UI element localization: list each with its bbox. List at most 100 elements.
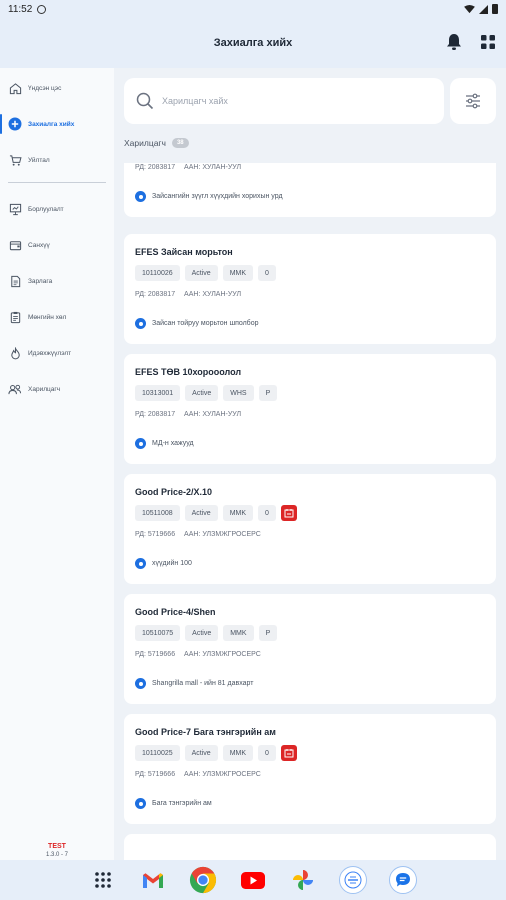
- customer-name: Good Price-2/Х.10: [135, 487, 213, 497]
- customer-name: Good Price-7 Бага тэнгэрийн ам: [135, 727, 276, 737]
- customer-code-chip: 10511008: [135, 505, 180, 521]
- channel-chip: MMK: [222, 505, 254, 521]
- customer-card[interactable]: EFES Зайсан морьтон 10110026 Active MMK …: [124, 234, 496, 344]
- customer-card[interactable]: [124, 834, 496, 860]
- customer-code-chip: 10313001: [135, 385, 181, 401]
- customer-address: Зайсангийн зүүгл хүүхдийн хорихын урд: [135, 191, 283, 202]
- search-icon: [136, 92, 154, 110]
- registration-number: РД: 2083817: [135, 411, 176, 418]
- bell-icon: [447, 34, 461, 50]
- company-name: ААН: УЛЗМЖГРОСЕРС: [184, 651, 261, 658]
- sidebar-footer: TEST 1.3.0 - 7: [0, 843, 114, 858]
- company-name: ААН: УЛЗМЖГРОСЕРС: [184, 771, 261, 778]
- registration-number: РД: 5719666: [135, 651, 176, 658]
- wifi-icon: [464, 4, 475, 13]
- sidebar-item-label: Захиалга хийх: [28, 120, 75, 128]
- customer-tags: 10110026 Active MMK 0: [135, 265, 276, 281]
- customer-card[interactable]: Good Price-2/Х.10 10511008 Active MMK 0 …: [124, 474, 496, 584]
- channel-chip: MMK: [222, 745, 254, 761]
- presentation-icon: [8, 202, 22, 216]
- sidebar-item-sales[interactable]: Борлуулалт: [0, 191, 114, 227]
- filter-button[interactable]: [450, 78, 496, 124]
- home-icon: [8, 81, 22, 95]
- status-chip: Active: [185, 625, 219, 641]
- customer-meta: РД: 5719666 ААН: УЛЗМЖГРОСЕРС: [135, 771, 268, 778]
- registration-number: РД: 2083817: [135, 164, 176, 171]
- wallet-icon: [8, 238, 22, 252]
- sidebar-item-label: Уйлтал: [28, 156, 50, 164]
- type-chip: 0: [258, 745, 276, 761]
- plus-circle-icon: [8, 117, 22, 131]
- customer-card[interactable]: Good Price-7 Бага тэнгэрийн ам 10110025 …: [124, 714, 496, 824]
- sidebar-item-customers[interactable]: Харилцагч: [0, 371, 114, 407]
- channel-chip: MMK: [222, 265, 254, 281]
- customer-card[interactable]: РД: 2083817 ААН: ХУЛАН-УУЛ Зайсангийн зү…: [124, 163, 496, 217]
- company-name: ААН: ХУЛАН-УУЛ: [184, 164, 242, 171]
- customer-code-chip: 10110025: [135, 745, 180, 761]
- grid-icon: [481, 35, 495, 49]
- sidebar-item-label: Зарлага: [28, 277, 53, 285]
- chrome-icon[interactable]: [189, 866, 217, 894]
- customer-meta: РД: 5719666 ААН: УЛЗМЖГРОСЕРС: [135, 651, 268, 658]
- customer-address: хүүдийн 100: [135, 558, 192, 569]
- location-pin-icon: [135, 798, 146, 809]
- cart-icon: [8, 153, 22, 167]
- customer-name: Good Price-4/Shen: [135, 607, 216, 617]
- type-chip: 0: [258, 505, 276, 521]
- app-bar: Захиалга хийх: [0, 18, 506, 68]
- address-text: Shangrilla mall - ийн 81 давхарт: [152, 680, 254, 687]
- location-pin-icon: [135, 191, 146, 202]
- customer-code-chip: 10510075: [135, 625, 181, 641]
- sidebar-item-expense[interactable]: Зарлага: [0, 263, 114, 299]
- customer-name: EFES Зайсан морьтон: [135, 247, 233, 257]
- youtube-icon[interactable]: [239, 866, 267, 894]
- location-pin-icon: [135, 678, 146, 689]
- search-input[interactable]: [162, 96, 422, 106]
- sidebar-item-home[interactable]: Үндсэн цэс: [0, 70, 114, 106]
- customer-tags: 10511008 Active MMK 0: [135, 505, 297, 521]
- messages-icon[interactable]: [389, 866, 417, 894]
- address-text: МД-н хажууд: [152, 440, 194, 447]
- address-text: Бага тэнгэрийн ам: [152, 800, 212, 807]
- address-text: хүүдийн 100: [152, 560, 192, 567]
- photos-icon[interactable]: [289, 866, 317, 894]
- alert-badge-icon: [280, 745, 297, 761]
- status-chip: Active: [184, 265, 218, 281]
- customer-name: EFES ТӨВ 10хорооолол: [135, 367, 242, 377]
- customer-card[interactable]: EFES ТӨВ 10хорооолол 10313001 Active WHS…: [124, 354, 496, 464]
- customer-tags: 10510075 Active MMK P: [135, 625, 278, 641]
- company-name: ААН: ХУЛАН-УУЛ: [184, 411, 242, 418]
- sidebar-item-finance[interactable]: Санхүү: [0, 227, 114, 263]
- sidebar-item-cashflow[interactable]: Мөнгийн хөл: [0, 299, 114, 335]
- sidebar-item-label: Харилцагч: [28, 385, 61, 393]
- notification-bell-button[interactable]: [444, 32, 464, 52]
- status-bar: 11:52: [0, 0, 506, 18]
- sidebar-item-label: Мөнгийн хөл: [28, 313, 67, 321]
- customer-address: Shangrilla mall - ийн 81 давхарт: [135, 678, 253, 689]
- count-badge: 38: [171, 138, 189, 148]
- customer-meta: РД: 2083817 ААН: ХУЛАН-УУЛ: [135, 164, 248, 171]
- customer-card[interactable]: Good Price-4/Shen 10510075 Active MMK P …: [124, 594, 496, 704]
- location-pin-icon: [135, 438, 146, 449]
- customer-address: МД-н хажууд: [135, 438, 194, 449]
- alert-badge-icon: [280, 505, 297, 521]
- sidebar-item-cart[interactable]: Уйлтал: [0, 142, 114, 178]
- location-pin-icon: [135, 558, 146, 569]
- status-chip: Active: [184, 505, 218, 521]
- version-label: 1.3.0 - 7: [45, 852, 68, 858]
- signal-icon: [479, 4, 488, 14]
- sidebar-item-activation[interactable]: Идэвхжүүлэлт: [0, 335, 114, 371]
- apps-menu-button[interactable]: [478, 32, 498, 52]
- apps-grid-icon[interactable]: [89, 866, 117, 894]
- environment-label: TEST: [48, 843, 66, 850]
- app-icon[interactable]: [339, 866, 367, 894]
- address-text: Зайсангийн зүүгл хүүхдийн хорихын урд: [152, 193, 283, 200]
- search-box[interactable]: [124, 78, 444, 124]
- main-content: Харилцагч 38 РД: 2083817 ААН: ХУЛАН-УУЛ …: [114, 68, 506, 860]
- notification-icon: [37, 4, 47, 14]
- customer-meta: РД: 2083817 ААН: ХУЛАН-УУЛ: [135, 411, 248, 418]
- battery-icon: [492, 4, 498, 14]
- gmail-icon[interactable]: [139, 866, 167, 894]
- sidebar-item-create-order[interactable]: Захиалга хийх: [0, 106, 114, 142]
- sidebar-item-label: Борлуулалт: [28, 205, 64, 213]
